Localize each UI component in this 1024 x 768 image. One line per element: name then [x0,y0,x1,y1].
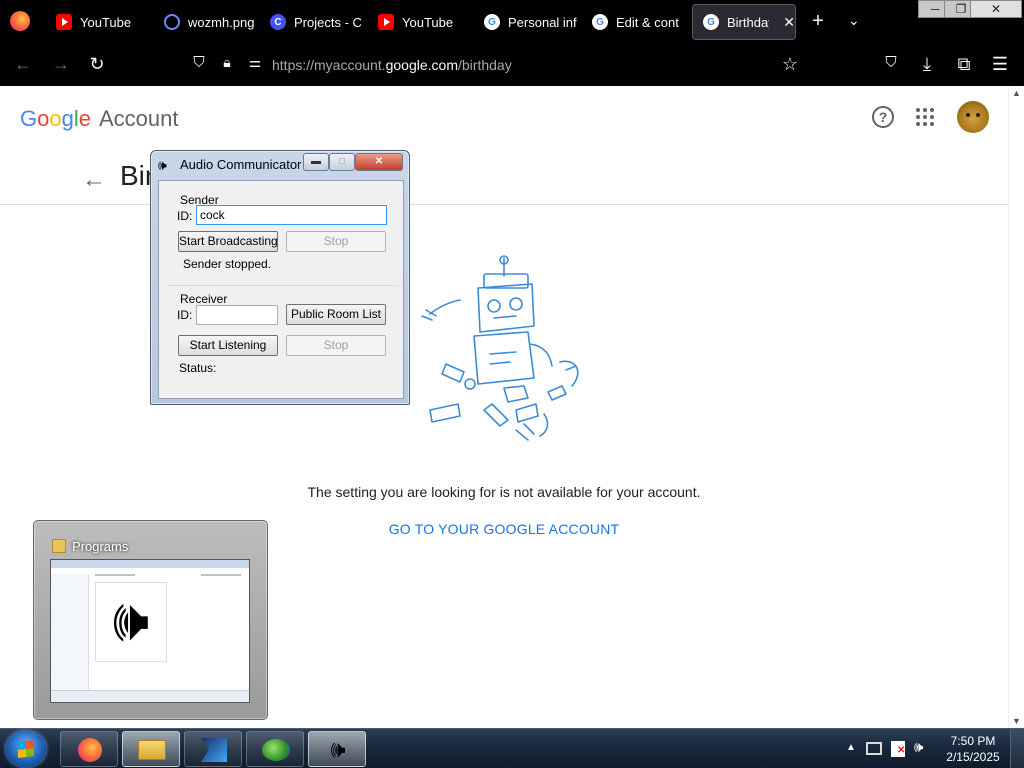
url-path: /birthday [458,57,512,73]
speaker-icon: 🕪︎ [158,157,167,173]
network-icon[interactable] [866,742,882,755]
tab-title: YouTube [402,14,454,30]
back-arrow-icon[interactable]: ← [82,166,106,194]
youtube-icon [378,14,394,30]
taskbar-firefox[interactable] [60,731,118,767]
preview-thumbnail[interactable]: 🕪︎ [50,559,250,703]
windows-taskbar: 🕪︎ ▲ 🕪︎ 7:50 PM 2/15/2025 [0,728,1024,768]
google-icon: G [592,14,608,30]
folder-icon [52,539,66,553]
volume-icon[interactable]: 🕪︎ [914,739,923,756]
speaker-icon: 🕪︎ [330,736,346,763]
start-broadcasting-button[interactable]: Start Broadcasting [178,231,278,252]
receiver-id-label: ID: [177,308,193,322]
url-host: google.com [385,57,458,73]
tab-wozmh[interactable]: wozmh.png [154,4,258,40]
preview-title: Programs [72,539,129,554]
google-logo[interactable]: Google [20,106,91,132]
tab-birthday[interactable]: G Birthday ✕ [692,4,796,40]
stop-listening-button[interactable]: Stop [286,335,386,356]
tab-title: YouTube [80,14,132,30]
folder-icon [138,740,166,760]
window-title: Audio Communicator [180,157,302,172]
speaker-icon: 🕪︎ [95,582,167,662]
receiver-group-label: Receiver [180,292,228,306]
shield-icon[interactable]: ⛉ [188,54,210,71]
tab-projects[interactable]: C Projects - C [260,4,364,40]
maximize-button[interactable]: □ [329,153,355,171]
forward-arrow-icon[interactable]: → [50,54,72,75]
minimize-button[interactable]: ▬ [303,153,329,171]
sender-id-label: ID: [177,209,193,223]
close-window-button[interactable]: ✕ [970,0,1022,18]
reload-icon[interactable]: ↻ [86,54,108,75]
group-separator [166,285,398,286]
taskbar-audio-communicator[interactable]: 🕪︎ [308,731,366,767]
apps-grid-icon[interactable] [916,108,934,126]
start-listening-button[interactable]: Start Listening [178,335,278,356]
bookmark-star-icon[interactable]: ☆ [779,54,801,75]
chevron-down-icon[interactable]: ⌄ [848,12,860,29]
start-button[interactable] [6,731,46,767]
clock-date[interactable]: 2/15/2025 [940,750,1006,764]
video-editor-icon [201,738,227,762]
error-message: The setting you are looking for is not a… [307,484,701,500]
close-button[interactable]: ✕ [355,153,403,171]
new-tab-icon[interactable]: + [808,10,828,33]
tab-youtube-1[interactable]: YouTube [46,4,154,40]
avatar[interactable] [957,101,989,133]
tab-title: Personal inf [508,14,577,30]
google-icon: G [703,14,719,30]
firefox-icon [78,738,102,762]
broken-robot-illustration [421,255,579,441]
window-titlebar[interactable]: 🕪︎ Audio Communicator ▬ □ ✕ [151,151,409,177]
youtube-icon [56,14,72,30]
download-icon[interactable]: ⤓ [916,54,938,75]
url-bar[interactable]: https://myaccount.google.com/birthday [272,57,512,73]
sender-status: Sender stopped. [183,257,272,271]
taskbar-video-editor[interactable] [184,731,242,767]
tray-chevron-up-icon[interactable]: ▲ [846,742,856,753]
audio-communicator-window[interactable]: 🕪︎ Audio Communicator ▬ □ ✕ Sender ID: c… [150,150,410,405]
help-icon[interactable]: ? [872,106,894,128]
permissions-icon[interactable]: ⚌ [244,54,266,71]
receiver-id-input[interactable] [196,305,278,325]
window-client-area: Sender ID: cock Start Broadcasting Stop … [158,180,404,399]
account-label: Account [99,106,179,131]
sender-id-input[interactable]: cock [196,205,387,225]
canva-icon: C [270,14,286,30]
stop-broadcasting-button[interactable]: Stop [286,231,386,252]
firefox-logo-icon [10,11,30,31]
scroll-down-arrow-icon[interactable]: ▼ [1012,716,1021,726]
tab-title: wozmh.png [188,14,255,30]
lock-icon[interactable]: 🔒︎ [216,54,238,71]
scroll-up-arrow-icon[interactable]: ▲ [1012,88,1021,98]
tab-personal-info[interactable]: G Personal inf [474,4,578,40]
action-center-flag-icon[interactable] [891,741,905,757]
close-tab-icon[interactable]: ✕ [783,14,795,31]
back-arrow-icon[interactable]: ← [12,54,34,75]
zoom-icon [164,14,180,30]
show-desktop-button[interactable] [1010,729,1024,768]
tab-youtube-2[interactable]: YouTube [368,4,472,40]
google-icon: G [484,14,500,30]
browser-tab-bar: YouTube wozmh.png C Projects - C YouTube… [0,0,1024,44]
taskbar-explorer[interactable] [122,731,180,767]
hamburger-menu-icon[interactable]: ☰ [989,54,1011,75]
receiver-status-label: Status: [179,361,217,375]
url-prefix: https://myaccount. [272,57,386,73]
tab-title: Birthday [727,14,769,30]
taskbar-thumbnail-preview[interactable]: Programs 🕪︎ [33,520,268,720]
page-scrollbar[interactable]: ▲ ▼ [1008,86,1024,728]
tab-title: Projects - C [294,14,362,30]
clock-time[interactable]: 7:50 PM [940,734,1006,748]
tab-edit-contact[interactable]: G Edit & cont [582,4,686,40]
download-manager-icon [262,739,290,761]
tab-title: Edit & cont [616,14,679,30]
public-room-list-button[interactable]: Public Room List [286,304,386,325]
taskbar-download-manager[interactable] [246,731,304,767]
pocket-icon[interactable]: ⛉ [880,54,902,71]
extensions-icon[interactable]: ⧉ [953,54,975,75]
browser-nav-bar: ← → ↻ ⛉ 🔒︎ ⚌ https://myaccount.google.co… [0,44,1024,86]
